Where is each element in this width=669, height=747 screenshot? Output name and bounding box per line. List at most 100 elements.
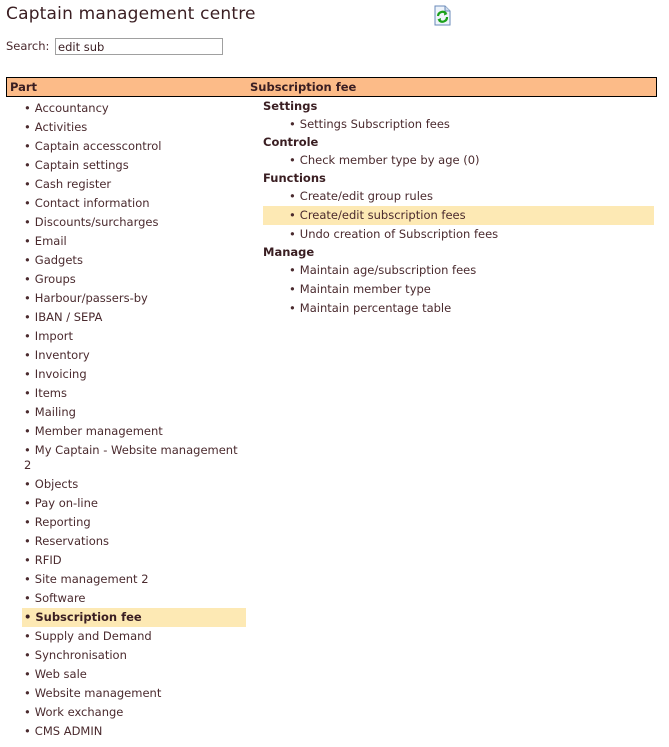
- bullet-icon: •: [24, 158, 31, 172]
- part-item[interactable]: • Invoicing: [22, 365, 246, 384]
- part-item-label: Mailing: [34, 405, 76, 419]
- part-item-label: Objects: [34, 477, 79, 491]
- part-item[interactable]: • Import: [22, 327, 246, 346]
- part-item[interactable]: • Gadgets: [22, 251, 246, 270]
- part-item[interactable]: • Website management: [22, 684, 246, 703]
- function-link[interactable]: • Maintain percentage table: [263, 299, 654, 318]
- part-item-label: Email: [34, 234, 67, 248]
- part-item-label: Inventory: [34, 348, 90, 362]
- part-item-label: Pay on-line: [34, 496, 98, 510]
- bullet-icon: •: [24, 310, 31, 324]
- part-item-label: Site management 2: [34, 572, 149, 586]
- bullet-icon: •: [24, 234, 31, 248]
- part-item[interactable]: • Software: [22, 589, 246, 608]
- bullet-icon: •: [24, 215, 31, 229]
- function-link[interactable]: • Undo creation of Subscription fees: [263, 225, 654, 244]
- function-link[interactable]: • Maintain age/subscription fees: [263, 261, 654, 280]
- group-list: • Check member type by age (0): [263, 151, 654, 170]
- part-item-label: Subscription fee: [35, 610, 142, 624]
- bullet-icon: •: [289, 301, 296, 315]
- bullet-icon: •: [289, 153, 296, 167]
- part-item[interactable]: • Work exchange: [22, 703, 246, 722]
- bullet-icon: •: [24, 253, 31, 267]
- function-link[interactable]: • Create/edit subscription fees: [263, 206, 654, 225]
- part-item-label: Discounts/surcharges: [34, 215, 159, 229]
- part-item-label: Activities: [34, 120, 88, 134]
- search-input[interactable]: [55, 38, 224, 55]
- function-link-label: Settings Subscription fees: [299, 117, 450, 131]
- part-item[interactable]: • Member management: [22, 422, 246, 441]
- bullet-icon: •: [24, 553, 31, 567]
- part-item[interactable]: • Supply and Demand: [22, 627, 246, 646]
- part-item[interactable]: • Web sale: [22, 665, 246, 684]
- part-item-label: RFID: [34, 553, 62, 567]
- part-item-label: Harbour/passers-by: [34, 291, 148, 305]
- bullet-icon: •: [24, 177, 31, 191]
- part-item[interactable]: • Activities: [22, 118, 246, 137]
- part-item[interactable]: • RFID: [22, 551, 246, 570]
- part-item[interactable]: • Objects: [22, 475, 246, 494]
- function-link-label: Maintain member type: [299, 282, 431, 296]
- bullet-icon: •: [24, 515, 31, 529]
- function-link[interactable]: • Create/edit group rules: [263, 187, 654, 206]
- bullet-icon: •: [24, 686, 31, 700]
- part-item[interactable]: • Inventory: [22, 346, 246, 365]
- part-item[interactable]: • Captain settings: [22, 156, 246, 175]
- function-link[interactable]: • Maintain member type: [263, 280, 654, 299]
- part-item[interactable]: • My Captain - Website management 2: [22, 441, 246, 475]
- part-item[interactable]: • Accountancy: [22, 99, 246, 118]
- part-item[interactable]: • Subscription fee: [22, 608, 246, 627]
- part-item-label: Contact information: [34, 196, 150, 210]
- bullet-icon: •: [24, 667, 31, 681]
- part-item[interactable]: • Captain accesscontrol: [22, 137, 246, 156]
- group-list: • Create/edit group rules • Create/edit sub…: [263, 187, 654, 244]
- function-link-label: Create/edit subscription fees: [299, 208, 466, 222]
- header-selected-part: Subscription fee: [250, 80, 357, 94]
- part-item[interactable]: • Items: [22, 384, 246, 403]
- function-link[interactable]: • Check member type by age (0): [263, 151, 654, 170]
- refresh-icon: [434, 5, 451, 26]
- part-item[interactable]: • Site management 2: [22, 570, 246, 589]
- part-item-label: Web sale: [34, 667, 87, 681]
- part-item[interactable]: • CMS ADMIN: [22, 722, 246, 741]
- bullet-icon: •: [24, 477, 31, 491]
- bullet-icon: •: [289, 263, 296, 277]
- part-item[interactable]: • Cash register: [22, 175, 246, 194]
- part-item[interactable]: • Contact information: [22, 194, 246, 213]
- part-item[interactable]: • Synchronisation: [22, 646, 246, 665]
- bullet-icon: •: [24, 196, 31, 210]
- bullet-icon: •: [24, 496, 31, 510]
- refresh-button[interactable]: [434, 5, 451, 26]
- part-item-label: Captain settings: [34, 158, 129, 172]
- function-link-label: Maintain percentage table: [299, 301, 452, 315]
- header-part: Part: [10, 80, 38, 94]
- bullet-icon: •: [289, 282, 296, 296]
- function-link[interactable]: • Settings Subscription fees: [263, 115, 654, 134]
- bullet-icon: •: [24, 120, 31, 134]
- part-item-label: IBAN / SEPA: [34, 310, 103, 324]
- bullet-icon: •: [289, 117, 296, 131]
- group-title: Functions: [263, 171, 326, 185]
- part-item[interactable]: • Groups: [22, 270, 246, 289]
- group-title: Settings: [263, 99, 318, 113]
- part-item[interactable]: • Mailing: [22, 403, 246, 422]
- group-list: • Maintain age/subscription fees • Maintain…: [263, 261, 654, 318]
- part-item[interactable]: • Email: [22, 232, 246, 251]
- part-item[interactable]: • Discounts/surcharges: [22, 213, 246, 232]
- bullet-icon: •: [24, 724, 31, 738]
- part-item-label: Website management: [34, 686, 162, 700]
- part-item[interactable]: • Harbour/passers-by: [22, 289, 246, 308]
- bullet-icon: •: [24, 101, 31, 115]
- bullet-icon: •: [289, 189, 296, 203]
- parts-list: • Accountancy • Activities • Captain accessco…: [22, 99, 246, 741]
- part-item-label: Supply and Demand: [34, 629, 152, 643]
- part-item[interactable]: • Reporting: [22, 513, 246, 532]
- part-item[interactable]: • IBAN / SEPA: [22, 308, 246, 327]
- group-title: Controle: [263, 135, 319, 149]
- function-link-label: Create/edit group rules: [299, 189, 433, 203]
- part-item[interactable]: • Reservations: [22, 532, 246, 551]
- bullet-icon: •: [24, 629, 31, 643]
- part-item-label: Gadgets: [34, 253, 83, 267]
- part-item[interactable]: • Pay on-line: [22, 494, 246, 513]
- part-item-label: Member management: [34, 424, 163, 438]
